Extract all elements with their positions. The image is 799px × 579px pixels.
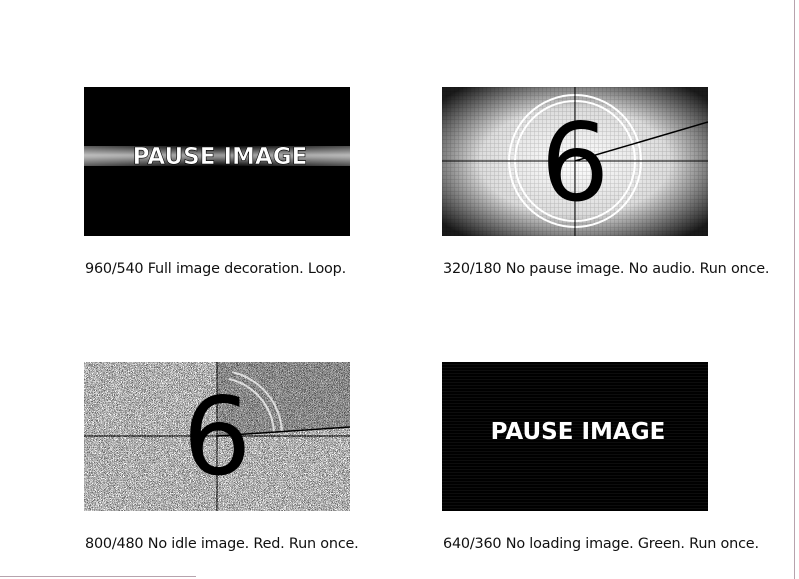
pause-image-graphic: PAUSE IMAGE	[84, 87, 350, 236]
video-caption: 800/480 No idle image. Red. Run once.	[85, 536, 359, 552]
video-tile-countdown-leader[interactable]: 6	[442, 87, 708, 236]
video-caption: 960/540 Full image decoration. Loop.	[85, 261, 346, 277]
video-tile-pause-image[interactable]: PAUSE IMAGE	[442, 362, 708, 511]
countdown-noise-graphic: 6	[84, 362, 350, 511]
video-caption: 640/360 No loading image. Green. Run onc…	[443, 536, 759, 552]
pause-image-text: PAUSE IMAGE	[133, 144, 308, 170]
pause-image-text: PAUSE IMAGE	[491, 419, 666, 445]
video-tile-countdown-noise[interactable]: 6	[84, 362, 350, 511]
video-tile-pause-image[interactable]: PAUSE IMAGE	[84, 87, 350, 236]
countdown-number: 6	[183, 375, 252, 500]
countdown-number: 6	[541, 101, 610, 226]
page-right-border	[794, 0, 795, 579]
pause-image-graphic: PAUSE IMAGE	[442, 362, 708, 511]
bottom-rule	[0, 576, 196, 577]
video-caption: 320/180 No pause image. No audio. Run on…	[443, 261, 770, 277]
countdown-leader-graphic: 6	[442, 87, 708, 236]
